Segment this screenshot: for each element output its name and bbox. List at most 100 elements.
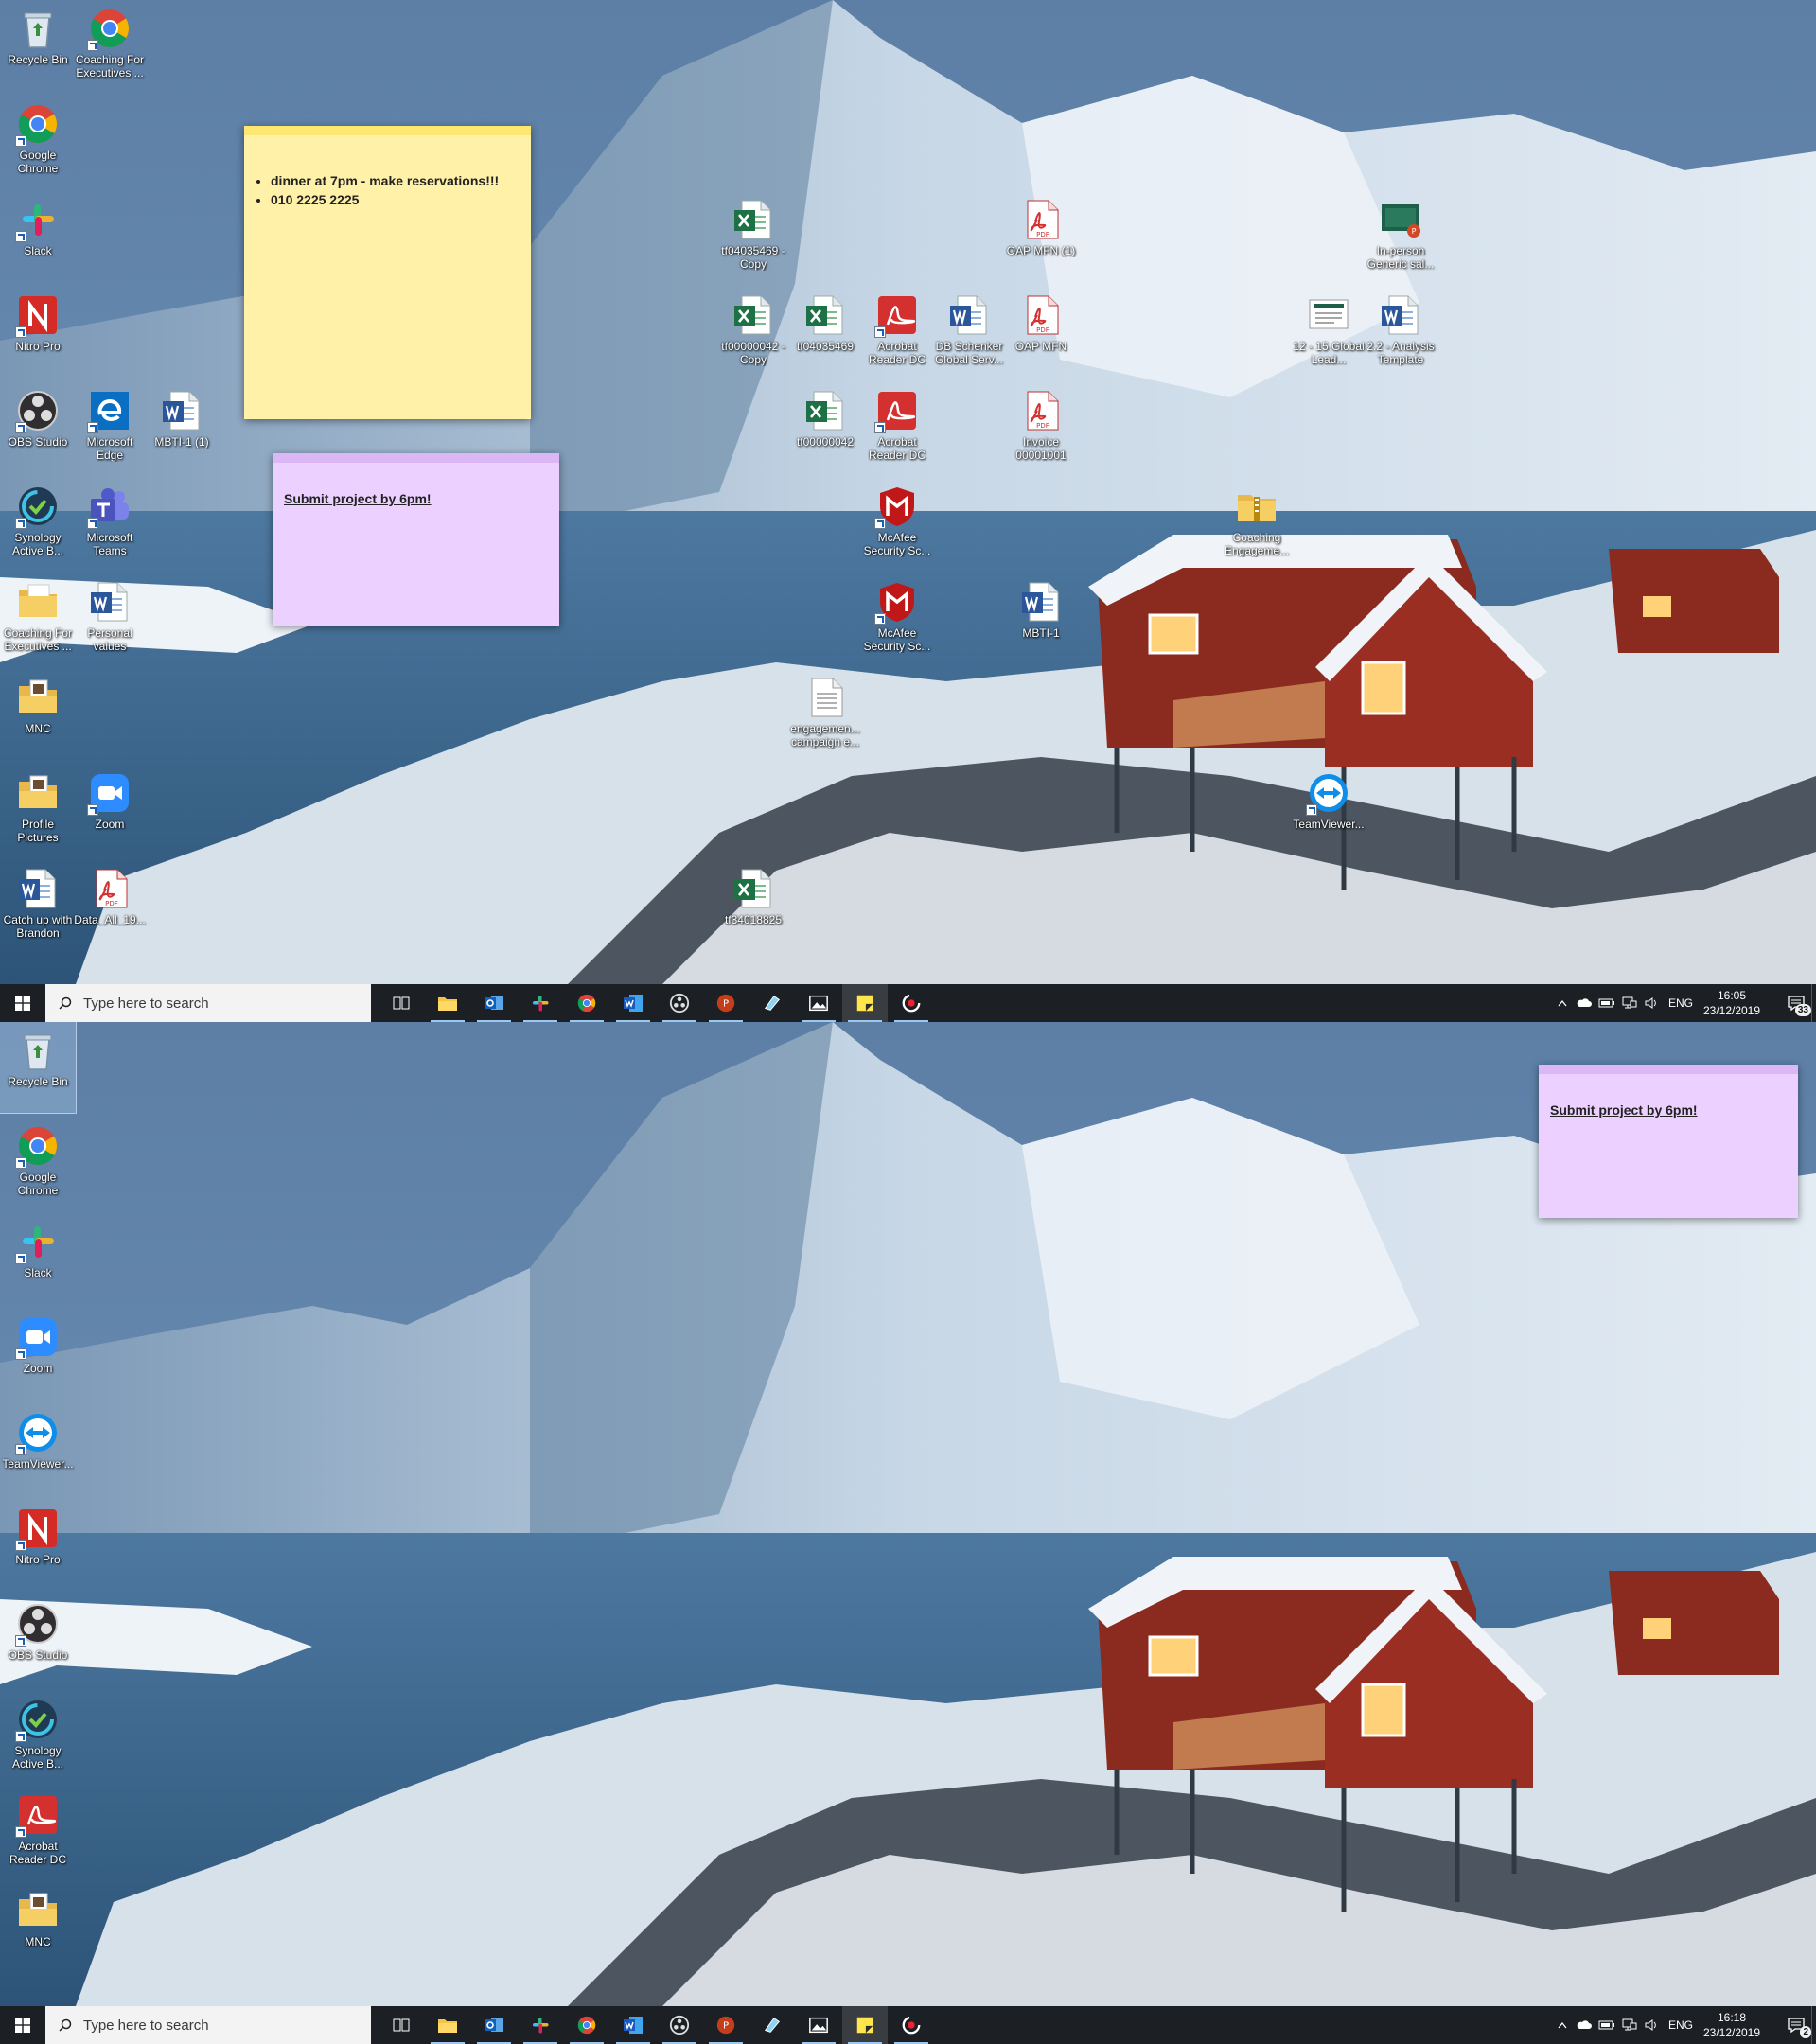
- sticky-note-title-bar[interactable]: [273, 453, 559, 463]
- desktop-icon-acrobat-reader-dc[interactable]: Acrobat Reader DC: [859, 287, 935, 378]
- taskbar-chrome-button[interactable]: [564, 2006, 609, 2044]
- desktop-icon-zoom[interactable]: Zoom: [0, 1309, 76, 1400]
- sticky-note-yellow[interactable]: dinner at 7pm - make reservations!!!010 …: [244, 126, 531, 419]
- sticky-note-title-bar[interactable]: [244, 126, 531, 135]
- search-input[interactable]: [81, 2016, 350, 2035]
- taskbar-outlook-button[interactable]: [471, 2006, 517, 2044]
- start-button[interactable]: [0, 984, 45, 1022]
- desktop-icon-acrobat-reader-dc[interactable]: Acrobat Reader DC: [0, 1787, 76, 1877]
- desktop-icon-synology-active-b[interactable]: Synology Active B...: [0, 1691, 76, 1782]
- desktop-icon-oap-mfn[interactable]: PDF OAP MFN: [1003, 287, 1079, 378]
- taskbar-powerpoint-button[interactable]: P: [703, 984, 749, 1022]
- taskbar-photos-button[interactable]: [796, 2006, 841, 2044]
- desktop-icon-personal-values[interactable]: Personal values: [72, 573, 148, 664]
- taskbar-outlook-button[interactable]: [471, 984, 517, 1022]
- taskbar-recorder-button[interactable]: [889, 2006, 934, 2044]
- desktop-icon-tf34018825[interactable]: tf34018825: [715, 860, 791, 951]
- desktop-icon-engagemen-campaign-e[interactable]: engagemen... campaign e...: [787, 669, 863, 760]
- desktop-icon-data-all-19[interactable]: PDF Data_All_19...: [72, 860, 148, 951]
- taskbar-search-box[interactable]: [45, 984, 371, 1022]
- desktop-icon-mnc[interactable]: MNC: [0, 669, 76, 760]
- taskbar-clock[interactable]: 16:05 23/12/2019: [1692, 984, 1772, 1022]
- desktop-icon-tf00000042-copy[interactable]: tf00000042 - Copy: [715, 287, 791, 378]
- taskbar-word-button[interactable]: [610, 2006, 656, 2044]
- desktop-icon-mbti-1[interactable]: MBTI-1: [1003, 573, 1079, 664]
- taskbar-sticky-notes-button[interactable]: [842, 2006, 888, 2044]
- desktop-icon-mcafee-security-sc[interactable]: McAfee Security Sc...: [859, 573, 935, 664]
- desktop-icon-teamviewer[interactable]: TeamViewer...: [1291, 765, 1366, 855]
- taskbar-obs-button[interactable]: [657, 2006, 702, 2044]
- desktop-icon-2-2-analysis-template[interactable]: 2.2 - Analysis Template: [1363, 287, 1438, 378]
- battery-icon[interactable]: [1596, 2020, 1618, 2030]
- taskbar-clock[interactable]: 16:18 23/12/2019: [1692, 2006, 1772, 2044]
- desktop-icon-acrobat-reader-dc[interactable]: Acrobat Reader DC: [859, 382, 935, 473]
- taskbar-slack-button[interactable]: [518, 2006, 563, 2044]
- taskbar-recorder-button[interactable]: [889, 984, 934, 1022]
- taskbar-chrome-button[interactable]: [564, 984, 609, 1022]
- desktop-icon-catch-up-with-brandon[interactable]: Catch up with Brandon: [0, 860, 76, 951]
- taskbar-word-button[interactable]: [610, 984, 656, 1022]
- show-desktop-button[interactable]: [1811, 2006, 1816, 2044]
- desktop-icon-synology-active-b[interactable]: Synology Active B...: [0, 478, 76, 569]
- taskbar-snipping-button[interactable]: [749, 984, 795, 1022]
- taskbar-file-explorer-button[interactable]: [425, 984, 470, 1022]
- sticky-note-purple[interactable]: Submit project by 6pm!: [273, 453, 559, 626]
- network-icon[interactable]: [1618, 2018, 1641, 2032]
- taskbar-search-box[interactable]: [45, 2006, 371, 2044]
- desktop-icon-slack[interactable]: Slack: [0, 1213, 76, 1304]
- desktop-icon-invoice-00001001[interactable]: PDF Invoice 00001001: [1003, 382, 1079, 473]
- desktop-icon-tf00000042[interactable]: tf00000042: [787, 382, 863, 473]
- desktop-icon-slack[interactable]: Slack: [0, 191, 76, 282]
- sticky-note-list[interactable]: dinner at 7pm - make reservations!!!010 …: [244, 171, 531, 209]
- desktop-icon-db-schenker-global-serv[interactable]: DB Schenker Global Serv...: [931, 287, 1007, 378]
- taskbar-powerpoint-button[interactable]: P: [703, 2006, 749, 2044]
- start-button[interactable]: [0, 2006, 45, 2044]
- desktop-icon-tf04035469-copy[interactable]: tf04035469 - Copy: [715, 191, 791, 282]
- show-desktop-button[interactable]: [1811, 984, 1816, 1022]
- desktop-icon-coaching-engageme[interactable]: Coaching Engageme...: [1219, 478, 1295, 569]
- desktop-icon-tf04035469[interactable]: tf04035469: [787, 287, 863, 378]
- taskbar-slack-button[interactable]: [518, 984, 563, 1022]
- desktop-icon-coaching-for-executives[interactable]: Coaching For Executives ...: [72, 0, 148, 91]
- desktop-icon-teamviewer[interactable]: TeamViewer...: [0, 1404, 76, 1495]
- desktop-icon-oap-mfn-1[interactable]: PDF OAP MFN (1): [1003, 191, 1079, 282]
- taskbar-file-explorer-button[interactable]: [425, 2006, 470, 2044]
- sticky-note-title-bar[interactable]: [1539, 1065, 1798, 1074]
- desktop-icon-nitro-pro[interactable]: Nitro Pro: [0, 287, 76, 378]
- taskbar-photos-button[interactable]: [796, 984, 841, 1022]
- desktop-icon-12-15-global-lead[interactable]: 12 - 15 Global Lead...: [1291, 287, 1366, 378]
- desktop-icon-profile-pictures[interactable]: Profile Pictures: [0, 765, 76, 855]
- desktop-icon-google-chrome[interactable]: Google Chrome: [0, 1118, 76, 1208]
- taskbar-sticky-notes-button[interactable]: [842, 984, 888, 1022]
- desktop-icon-microsoft-teams[interactable]: Microsoft Teams: [72, 478, 148, 569]
- taskbar-obs-button[interactable]: [657, 984, 702, 1022]
- desktop-icon-mnc[interactable]: MNC: [0, 1882, 76, 1973]
- desktop-icon-in-person-generic-sal[interactable]: P In-person Generic sal...: [1363, 191, 1438, 282]
- desktop-icon-mcafee-security-sc[interactable]: McAfee Security Sc...: [859, 478, 935, 569]
- onedrive-cloud-icon[interactable]: [1573, 2020, 1596, 2030]
- search-input[interactable]: [81, 994, 350, 1013]
- desktop-icon-microsoft-edge[interactable]: Microsoft Edge: [72, 382, 148, 473]
- sticky-note-purple[interactable]: Submit project by 6pm!: [1539, 1065, 1798, 1218]
- action-center-button[interactable]: 2: [1775, 2006, 1816, 2044]
- taskbar-task-view-button[interactable]: [379, 2006, 424, 2044]
- desktop-icon-zoom[interactable]: Zoom: [72, 765, 148, 855]
- desktop-icon-obs-studio[interactable]: OBS Studio: [0, 382, 76, 473]
- desktop-icon-nitro-pro[interactable]: Nitro Pro: [0, 1500, 76, 1591]
- battery-icon[interactable]: [1596, 998, 1618, 1008]
- volume-icon[interactable]: [1641, 2018, 1664, 2032]
- network-icon[interactable]: [1618, 996, 1641, 1010]
- onedrive-cloud-icon[interactable]: [1573, 998, 1596, 1008]
- chevron-up-icon[interactable]: [1552, 2021, 1573, 2029]
- taskbar-task-view-button[interactable]: [379, 984, 424, 1022]
- desktop-icon-recycle-bin[interactable]: Recycle Bin: [0, 1022, 77, 1114]
- desktop-icon-coaching-for-executives[interactable]: Coaching For Executives ...: [0, 573, 76, 664]
- chevron-up-icon[interactable]: [1552, 999, 1573, 1007]
- volume-icon[interactable]: [1641, 996, 1664, 1010]
- desktop-icon-recycle-bin[interactable]: Recycle Bin: [0, 0, 76, 91]
- desktop-icon-google-chrome[interactable]: Google Chrome: [0, 96, 76, 186]
- desktop-icon-mbti-1-1[interactable]: MBTI-1 (1): [144, 382, 220, 473]
- desktop-icon-obs-studio[interactable]: OBS Studio: [0, 1595, 76, 1686]
- taskbar-snipping-button[interactable]: [749, 2006, 795, 2044]
- action-center-button[interactable]: 33: [1775, 984, 1816, 1022]
